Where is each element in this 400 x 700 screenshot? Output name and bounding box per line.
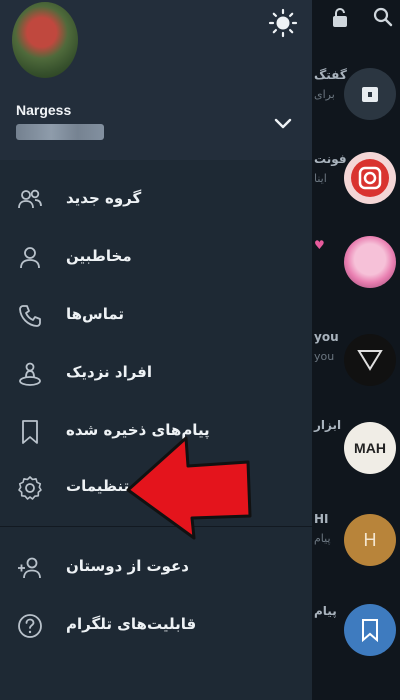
menu-label: دعوت از دوستان [66, 557, 189, 575]
user-name: Nargess [16, 102, 72, 118]
menu-label: افراد نزدیک [66, 363, 153, 381]
invite-friends-icon [18, 557, 41, 579]
search-icon[interactable] [372, 6, 394, 28]
instagram-style-icon [351, 159, 389, 197]
navigation-drawer: Nargess گروه جدید مخاطبین تماس‌ها [0, 0, 312, 700]
menu-item-new-group[interactable]: گروه جدید [0, 172, 312, 228]
lock-icon[interactable] [332, 8, 348, 28]
red-arrow-annotation [126, 436, 252, 540]
chat-row[interactable]: ابزار MAH [312, 406, 400, 496]
drawer-header: Nargess [0, 0, 312, 160]
logo-icon [357, 350, 383, 371]
menu-item-telegram-features[interactable]: قابلیت‌های تلگرام [0, 598, 312, 654]
chat-row[interactable]: پیام [312, 592, 400, 682]
chat-avatar [344, 152, 396, 204]
chat-avatar: MAH [344, 422, 396, 474]
chat-avatar [344, 334, 396, 386]
chat-preview: برای [314, 88, 335, 101]
bookmark-icon [22, 420, 38, 444]
chat-preview: پیام [314, 532, 331, 545]
menu-item-invite-friends[interactable]: دعوت از دوستان [0, 540, 312, 596]
chat-row[interactable]: HI پیام H [312, 500, 400, 590]
settings-icon [18, 476, 42, 500]
chat-list-background: گفتگ برای فونت اینا ♥ you you ابزار MAH … [312, 0, 400, 700]
menu-item-people-nearby[interactable]: افراد نزدیک [0, 346, 312, 402]
menu-label: قابلیت‌های تلگرام [66, 615, 197, 633]
avatar-letter: H [363, 529, 377, 550]
nearby-people-icon [19, 362, 41, 386]
phone-icon [19, 305, 41, 327]
chat-title: ابزار [314, 418, 342, 432]
archive-avatar [344, 68, 396, 120]
avatar-text: MAH [354, 440, 386, 456]
chat-avatar: H [344, 514, 396, 566]
menu-label: تنظیمات [66, 477, 130, 495]
help-icon [18, 614, 42, 638]
chat-title: فونت [314, 152, 347, 166]
chat-row[interactable]: ♥ [312, 226, 400, 316]
theme-toggle-sun-icon[interactable] [268, 8, 298, 38]
chat-row[interactable]: گفتگ برای [312, 56, 400, 146]
chat-avatar [344, 236, 396, 288]
menu-label: مخاطبین [66, 247, 132, 265]
profile-avatar[interactable] [12, 2, 78, 78]
bookmark-icon [362, 619, 378, 642]
menu-label: تماس‌ها [66, 305, 125, 323]
menu-item-calls[interactable]: تماس‌ها [0, 288, 312, 344]
chat-preview: اینا [314, 172, 327, 185]
phone-number-blurred [16, 124, 104, 140]
chat-title: you [314, 330, 339, 344]
chat-row[interactable]: you you [312, 318, 400, 408]
chevron-down-icon[interactable] [272, 116, 294, 132]
chat-title: پیام [314, 604, 337, 618]
saved-messages-avatar [344, 604, 396, 656]
chat-row[interactable]: فونت اینا [312, 140, 400, 230]
archive-icon [362, 87, 378, 102]
contacts-icon [20, 247, 40, 269]
chat-title: HI [314, 512, 329, 526]
chat-title: گفتگ [314, 68, 347, 82]
chat-preview: you [314, 350, 335, 363]
heart-glyph: ♥ [314, 238, 325, 252]
menu-label: گروه جدید [66, 189, 142, 207]
chat-list-toolbar [312, 0, 400, 40]
menu-item-contacts[interactable]: مخاطبین [0, 230, 312, 286]
group-icon [18, 189, 42, 209]
